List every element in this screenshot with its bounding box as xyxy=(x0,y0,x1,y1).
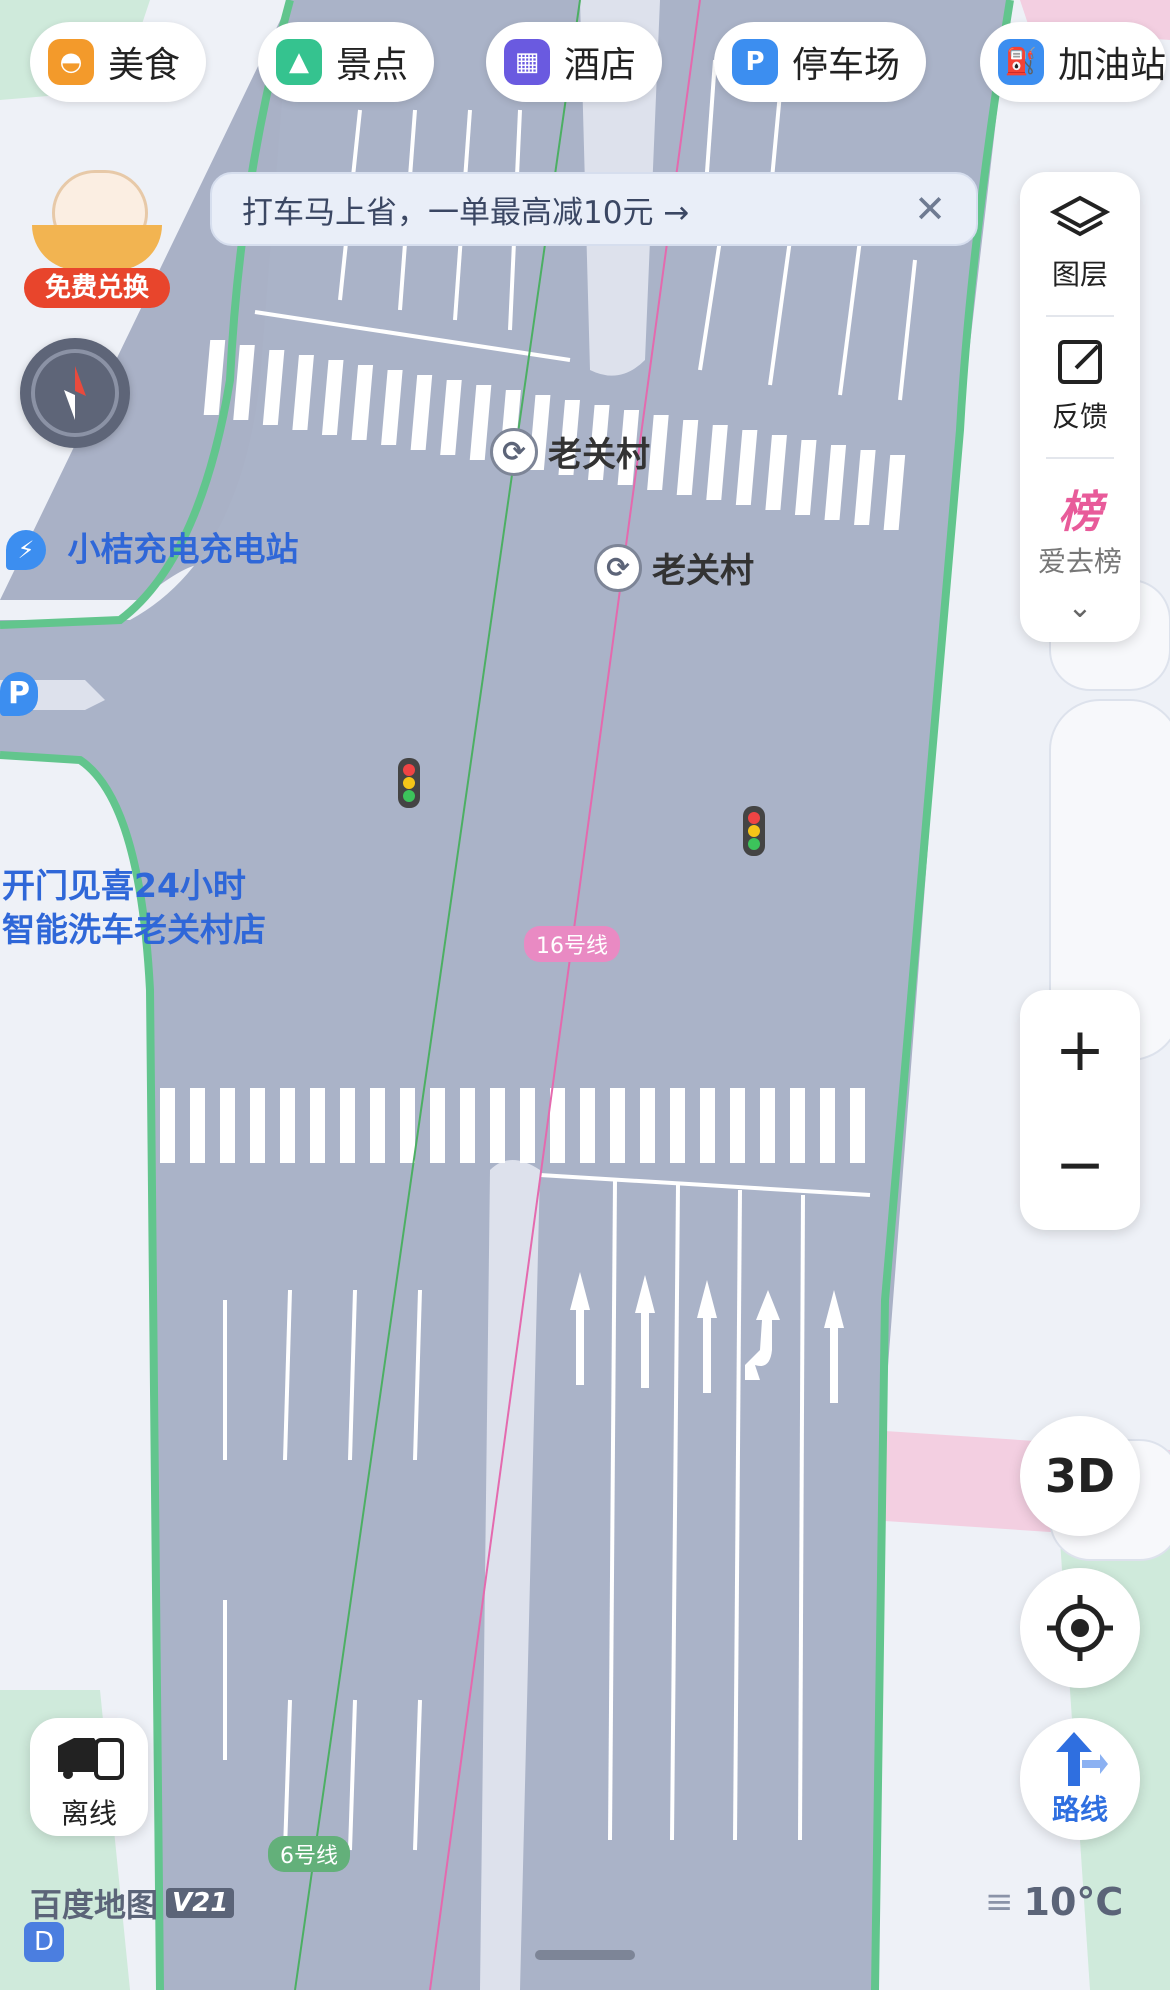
gas-station-icon: ⛽ xyxy=(998,39,1044,85)
line-16-badge: 16号线 xyxy=(524,926,620,962)
promo-banner[interactable]: 打车马上省，一单最高减10元 → ✕ xyxy=(210,172,978,246)
layers-button[interactable]: 图层 xyxy=(1020,194,1140,293)
compass-button[interactable] xyxy=(20,338,130,448)
version-badge: V21 xyxy=(166,1888,235,1918)
category-gas-chip[interactable]: ⛽ 加油站 xyxy=(980,22,1167,102)
promo-mascot[interactable]: 免费兑换 xyxy=(22,170,172,310)
category-scenic-chip[interactable]: ▲ 景点 xyxy=(258,22,435,102)
ranking-button[interactable]: 榜 爱去榜 xyxy=(1020,476,1140,580)
route-arrow-icon xyxy=(1056,1732,1108,1786)
promo-exchange-label: 免费兑换 xyxy=(24,268,170,308)
station-label-2[interactable]: ⟳ 老关村 xyxy=(594,543,754,592)
poi-car-wash[interactable]: 开门见喜24小时 智能洗车老关村店 xyxy=(2,864,266,952)
subway-station-icon: ⟳ xyxy=(490,427,538,476)
parking-marker[interactable]: P xyxy=(0,672,38,716)
traffic-light-icon xyxy=(743,806,765,856)
map-canvas[interactable] xyxy=(0,0,1170,1990)
offline-car-icon xyxy=(58,1738,124,1780)
food-icon: ◓ xyxy=(48,39,94,85)
feedback-button[interactable]: 反馈 xyxy=(1020,336,1140,435)
bowl-icon xyxy=(32,225,162,270)
zoom-out-button[interactable]: − xyxy=(1020,1115,1140,1215)
poi-charging-station[interactable]: ⚡ 小桔充电充电站 xyxy=(6,526,299,572)
locate-icon xyxy=(1047,1595,1113,1661)
subway-station-icon: ⟳ xyxy=(594,543,642,592)
d-badge[interactable]: D xyxy=(24,1922,64,1962)
layers-icon xyxy=(1049,195,1111,237)
scenic-icon: ▲ xyxy=(276,39,322,85)
charging-pin-icon: ⚡ xyxy=(6,529,46,570)
haze-icon: ≡ xyxy=(985,1882,1014,1922)
zoom-control: + − xyxy=(1020,990,1140,1230)
category-parking-chip[interactable]: P 停车场 xyxy=(714,22,927,102)
feedback-edit-icon xyxy=(1058,340,1102,384)
line-6-badge: 6号线 xyxy=(268,1836,350,1872)
route-button[interactable]: 路线 xyxy=(1020,1718,1140,1840)
divider xyxy=(1046,457,1114,459)
divider xyxy=(1046,315,1114,317)
baidu-brand: 百度地图 V21 xyxy=(30,1880,235,1926)
hotel-icon: ▦ xyxy=(504,39,550,85)
locate-button[interactable] xyxy=(1020,1568,1140,1688)
close-icon[interactable]: ✕ xyxy=(914,187,946,231)
3d-button[interactable]: 3D xyxy=(1020,1416,1140,1536)
chevron-down-icon[interactable]: ⌄ xyxy=(1020,590,1140,625)
compass-icon xyxy=(31,349,119,437)
parking-icon: P xyxy=(732,39,778,85)
category-hotel-chip[interactable]: ▦ 酒店 xyxy=(486,22,663,102)
ranking-icon: 榜 xyxy=(1058,487,1102,538)
category-food-chip[interactable]: ◓ 美食 xyxy=(30,22,207,102)
weather-widget[interactable]: ≡ 10°C xyxy=(985,1880,1123,1924)
traffic-light-icon xyxy=(398,758,420,808)
offline-button[interactable]: 离线 xyxy=(30,1718,148,1836)
station-label-1[interactable]: ⟳ 老关村 xyxy=(490,427,650,476)
zoom-in-button[interactable]: + xyxy=(1020,1000,1140,1100)
map-tools-panel: 图层 反馈 榜 爱去榜 ⌄ xyxy=(1020,172,1140,642)
